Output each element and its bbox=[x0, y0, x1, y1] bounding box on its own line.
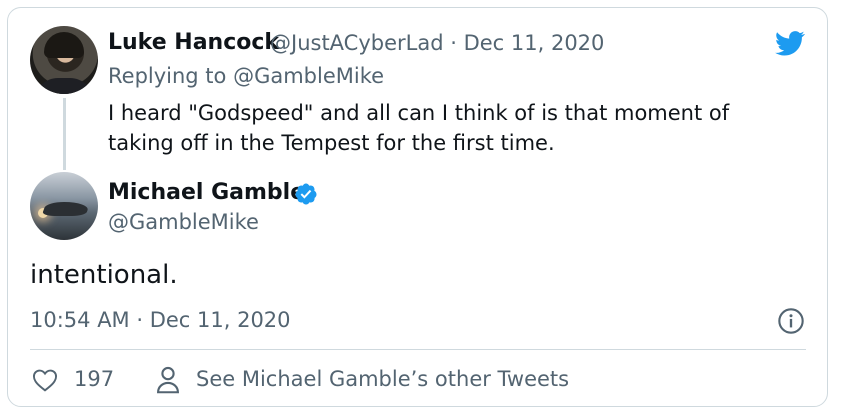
replying-to-label[interactable]: Replying to @GambleMike bbox=[108, 64, 384, 88]
avatar-luke-hancock[interactable] bbox=[30, 26, 98, 94]
avatar-shirt bbox=[34, 78, 94, 94]
avatar-michael-gamble[interactable] bbox=[30, 172, 98, 240]
verified-badge-icon bbox=[295, 183, 317, 205]
heart-icon[interactable] bbox=[32, 368, 58, 392]
thread-connector-line bbox=[63, 98, 66, 170]
info-icon[interactable] bbox=[777, 307, 805, 335]
person-icon[interactable] bbox=[156, 366, 180, 394]
reply-tweet-text: I heard "Godspeed" and all can I think o… bbox=[108, 101, 730, 155]
avatar-hair bbox=[44, 32, 84, 58]
reply-author-name[interactable]: Luke Hancock bbox=[108, 30, 279, 55]
like-count[interactable]: 197 bbox=[74, 367, 114, 391]
tweet-author-handle[interactable]: @GambleMike bbox=[108, 210, 259, 234]
tweet-author-name[interactable]: Michael Gamble bbox=[108, 180, 305, 205]
embedded-tweet-card: Luke Hancock @JustACyberLad · Dec 11, 20… bbox=[7, 7, 828, 407]
see-other-tweets-link[interactable]: See Michael Gamble’s other Tweets bbox=[196, 367, 569, 391]
action-divider bbox=[30, 349, 806, 350]
twitter-bird-icon[interactable] bbox=[772, 28, 808, 58]
tweet-text: intentional. bbox=[30, 260, 178, 290]
tweet-timestamp[interactable]: 10:54 AM · Dec 11, 2020 bbox=[30, 308, 291, 332]
avatar-ship bbox=[41, 202, 91, 216]
reply-handle-date[interactable]: @JustACyberLad · Dec 11, 2020 bbox=[270, 31, 604, 55]
